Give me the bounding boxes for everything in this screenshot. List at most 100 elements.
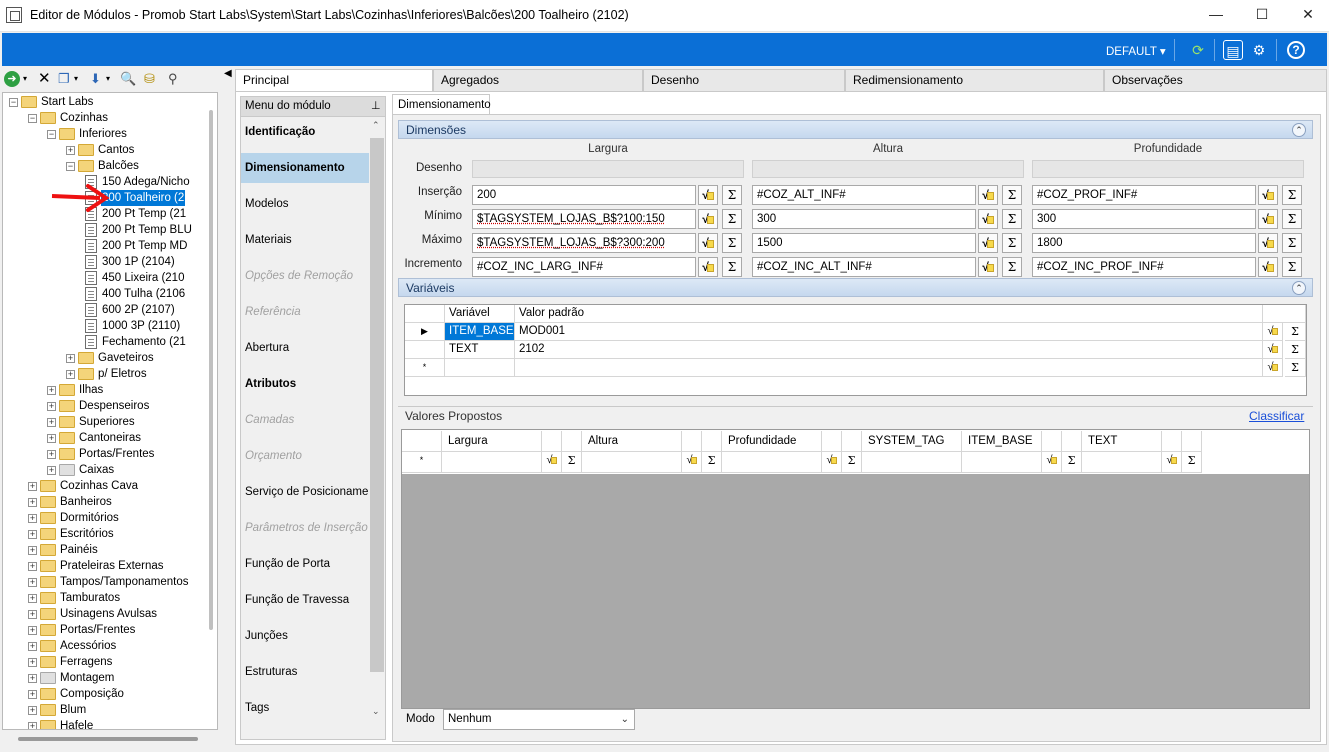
dim-input[interactable]: #COZ_ALT_INF# (752, 185, 976, 205)
formula-sqrt-icon[interactable]: √ (698, 185, 718, 205)
menu-item[interactable]: Referência (245, 304, 301, 320)
formula-sqrt-icon[interactable]: √ (1263, 341, 1283, 359)
menu-item[interactable]: Tags (245, 700, 269, 716)
menu-item[interactable]: Orçamento (245, 448, 302, 464)
sigma-icon[interactable]: Σ (1182, 452, 1202, 473)
row-indicator[interactable]: * (402, 452, 442, 473)
tree-item[interactable]: + Prateleiras Externas (28, 558, 213, 574)
tree-expander-icon[interactable]: + (47, 450, 56, 459)
menu-item[interactable]: Função de Porta (245, 556, 330, 572)
dim-input[interactable]: 200 (472, 185, 696, 205)
menu-item[interactable]: Opções de Remoção (245, 268, 353, 284)
menu-item[interactable]: Estruturas (245, 664, 297, 680)
profile-dropdown[interactable]: DEFAULT ▾ (1106, 44, 1166, 58)
tree-item[interactable]: + Hafele (28, 718, 213, 730)
sigma-icon[interactable]: Σ (722, 257, 742, 277)
formula-sqrt-icon[interactable]: √ (1263, 323, 1283, 341)
tree-item[interactable]: 600 2P (2107) (85, 302, 213, 318)
sigma-icon[interactable]: Σ (1282, 233, 1302, 253)
var-cell[interactable]: TEXT (445, 341, 515, 359)
menu-item[interactable]: Função de Travessa (245, 592, 349, 608)
dim-input[interactable]: 300 (752, 209, 976, 229)
row-indicator[interactable]: ▶ (405, 323, 445, 341)
sigma-icon[interactable]: Σ (1282, 185, 1302, 205)
tree-item[interactable]: + Blum (28, 702, 213, 718)
tree-expander-icon[interactable]: + (47, 402, 56, 411)
formula-sqrt-icon[interactable]: √ (542, 452, 562, 473)
search-icon[interactable]: 🔍 (120, 71, 136, 87)
valores-cell[interactable] (442, 452, 542, 473)
formula-sqrt-icon[interactable]: √ (682, 452, 702, 473)
tree-expander-icon[interactable]: + (28, 690, 37, 699)
row-indicator[interactable]: * (405, 359, 445, 377)
sigma-icon[interactable]: Σ (562, 452, 582, 473)
valores-cell[interactable] (1082, 452, 1162, 473)
sigma-icon[interactable]: Σ (722, 209, 742, 229)
filter-icon[interactable]: ⚲ (168, 71, 178, 87)
formula-sqrt-icon[interactable]: √ (822, 452, 842, 473)
tree-hscrollbar[interactable] (18, 737, 198, 741)
refresh-icon[interactable]: ⟳ (1188, 40, 1208, 60)
formula-sqrt-icon[interactable]: √ (698, 233, 718, 253)
menu-item[interactable]: Modelos (245, 196, 288, 212)
sigma-icon[interactable]: Σ (1002, 185, 1022, 205)
formula-sqrt-icon[interactable]: √ (1162, 452, 1182, 473)
formula-sqrt-icon[interactable]: √ (978, 209, 998, 229)
row-indicator[interactable] (405, 341, 445, 359)
tree-expander-icon[interactable]: + (28, 642, 37, 651)
valores-cell[interactable] (962, 452, 1042, 473)
tree-item[interactable]: + Dormitórios (28, 510, 213, 526)
tree-item[interactable]: + Cantoneiras (47, 430, 213, 446)
tree-expander-icon[interactable]: + (28, 498, 37, 507)
tree-item[interactable]: + Usinagens Avulsas (28, 606, 213, 622)
tree-item[interactable]: + Acessórios (28, 638, 213, 654)
tab-agregados[interactable]: Agregados (433, 69, 643, 91)
tab-observacoes[interactable]: Observações (1104, 69, 1327, 91)
formula-sqrt-icon[interactable]: √ (1263, 359, 1283, 377)
tab-principal[interactable]: Principal (235, 69, 433, 92)
menu-item[interactable]: Abertura (245, 340, 289, 356)
tree-expander-icon[interactable]: + (47, 418, 56, 427)
tree-expander-icon[interactable]: + (47, 466, 56, 475)
value-cell[interactable]: 2102 (515, 341, 1263, 359)
sigma-icon[interactable]: Σ (702, 452, 722, 473)
menu-item[interactable]: Materiais (245, 232, 292, 248)
tree-item[interactable]: − Cozinhas (28, 110, 213, 126)
formula-sqrt-icon[interactable]: √ (978, 233, 998, 253)
tree-expander-icon[interactable]: + (47, 434, 56, 443)
sigma-icon[interactable]: Σ (1282, 209, 1302, 229)
formula-sqrt-icon[interactable]: √ (978, 257, 998, 277)
formula-sqrt-icon[interactable]: √ (1258, 257, 1278, 277)
menu-item[interactable]: Junções (245, 628, 288, 644)
chevron-down-icon[interactable]: ▾ (106, 71, 110, 87)
layout-icon[interactable]: ▤ (1223, 40, 1243, 60)
tree-expander-icon[interactable]: + (28, 546, 37, 555)
tree-item[interactable]: + Cozinhas Cava (28, 478, 213, 494)
sigma-icon[interactable]: Σ (1285, 341, 1306, 359)
tree-expander-icon[interactable]: + (28, 530, 37, 539)
value-cell[interactable] (515, 359, 1263, 377)
maximize-button[interactable]: ☐ (1239, 0, 1285, 30)
menu-item[interactable]: Camadas (245, 412, 294, 428)
tree-item[interactable]: 1000 3P (2110) (85, 318, 213, 334)
tree-item[interactable]: − Inferiores (47, 126, 213, 142)
replace-icon[interactable]: ⛁ (144, 71, 155, 87)
menu-item[interactable]: Dimensionamento (245, 160, 345, 176)
tree-item[interactable]: Fechamento (21 (85, 334, 213, 350)
formula-sqrt-icon[interactable]: √ (978, 185, 998, 205)
tree-item[interactable]: + Despenseiros (47, 398, 213, 414)
tree-expander-icon[interactable]: + (28, 514, 37, 523)
sigma-icon[interactable]: Σ (1062, 452, 1082, 473)
tree-expander-icon[interactable]: + (47, 386, 56, 395)
tree-item[interactable]: + Ilhas (47, 382, 213, 398)
var-cell[interactable]: ITEM_BASE (445, 323, 515, 341)
tree-expander-icon[interactable]: + (28, 706, 37, 715)
tab-desenho[interactable]: Desenho (643, 69, 845, 91)
menu-item[interactable]: Identificação (245, 124, 315, 140)
tree-expander-icon[interactable]: + (66, 354, 75, 363)
close-button[interactable]: ✕ (1285, 0, 1329, 30)
sigma-icon[interactable]: Σ (722, 185, 742, 205)
tree-item[interactable]: + Portas/Frentes (28, 622, 213, 638)
menu-item[interactable]: Parâmetros de Inserção (245, 520, 368, 536)
navigate-icon[interactable]: ➜ (4, 71, 20, 87)
